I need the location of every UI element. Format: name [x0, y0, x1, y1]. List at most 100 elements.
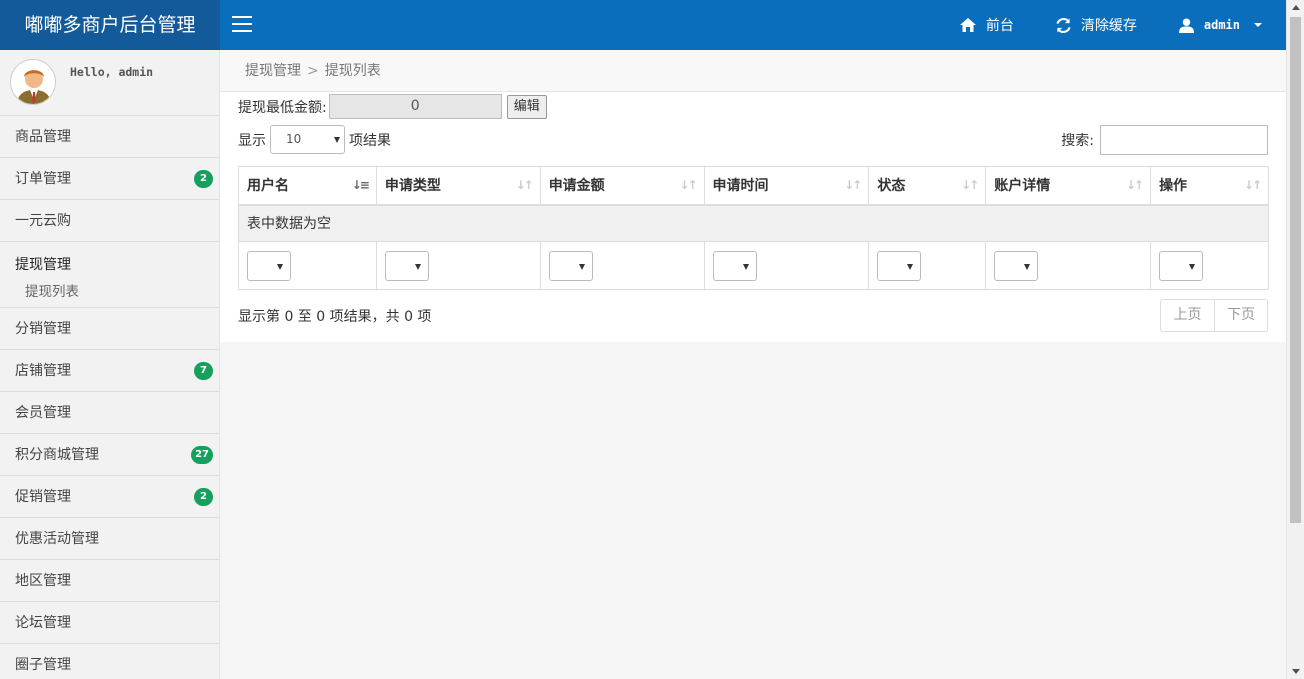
home-link-label: 前台 [985, 18, 1014, 34]
sidebar-item-label: 促销管理 [15, 489, 71, 505]
vertical-scrollbar[interactable] [1286, 0, 1304, 679]
sidebar-item-withdraw[interactable]: 提现管理 提现列表 [0, 242, 219, 308]
column-header-amount[interactable]: 申请金额 ↓↑ [539, 166, 705, 206]
sort-icon: ↓↑ [515, 178, 534, 192]
sidebar-item-distribution[interactable]: 分销管理 [0, 308, 219, 350]
sidebar-item-label: 一元云购 [15, 213, 71, 229]
refresh-icon [1056, 17, 1071, 33]
sidebar: Hello, admin 商品管理 订单管理 2 一元云购 提现管理 提现列表 分… [0, 50, 220, 679]
sort-asc-icon: ↓≡ [351, 178, 370, 192]
top-navbar: 前台 清除缓存 admin [220, 0, 1286, 50]
sidebar-item-circles[interactable]: 圈子管理 [0, 644, 219, 679]
main-content: 提现管理 > 提现列表 提现最低金额: 0 编辑 显示 10 项结果 搜索: 用… [220, 50, 1286, 679]
sidebar-subitem-withdraw-list[interactable]: 提现列表 [15, 280, 219, 300]
user-panel: Hello, admin [0, 50, 219, 116]
filter-select-amount[interactable] [548, 250, 593, 281]
breadcrumb-parent[interactable]: 提现管理 [245, 63, 301, 79]
dropdown-arrow-icon [742, 263, 749, 270]
page-length-value: 10 [286, 132, 302, 146]
table-info: 显示第 0 至 0 项结果，共 0 项 [238, 309, 432, 325]
results-label: 项结果 [349, 132, 391, 149]
prev-page-button[interactable]: 上页 [1161, 300, 1214, 331]
withdraw-table: 用户名 ↓≡ 申请类型 ↓↑ 申请金额 ↓↑ 申请时间 ↓↑ 状态 ↓↑ 账户详情 ↓↑ 操… [238, 166, 1269, 290]
column-header-account[interactable]: 账户详情 ↓↑ [985, 166, 1152, 206]
sidebar-item-label: 地区管理 [15, 573, 71, 589]
sort-icon: ↓↑ [1125, 178, 1144, 192]
column-label: 操作 [1159, 178, 1188, 195]
filter-select-status[interactable] [877, 250, 922, 281]
filter-select-time[interactable] [712, 250, 757, 281]
clear-cache-link[interactable]: 清除缓存 [1056, 15, 1137, 35]
dropdown-arrow-icon [277, 263, 283, 270]
filter-select-actions[interactable] [1159, 250, 1204, 281]
min-amount-field[interactable]: 0 [328, 94, 502, 119]
home-icon [959, 18, 976, 32]
home-link[interactable]: 前台 [959, 15, 1014, 35]
dropdown-arrow-icon [1189, 263, 1196, 270]
sidebar-item-discounts[interactable]: 优惠活动管理 [0, 518, 219, 560]
dropdown-arrow-icon [414, 263, 421, 270]
column-header-time[interactable]: 申请时间 ↓↑ [703, 166, 870, 206]
column-label: 申请类型 [384, 178, 441, 195]
column-label: 用户名 [247, 178, 289, 195]
dropdown-arrow-icon [1024, 263, 1031, 270]
count-badge: 27 [191, 446, 213, 464]
scroll-up-icon[interactable] [1292, 5, 1300, 10]
pagination: 上页 下页 [1160, 299, 1268, 332]
search-label: 搜索: [1061, 133, 1094, 149]
sidebar-item-stores[interactable]: 店铺管理 7 [0, 350, 219, 392]
user-icon [1178, 17, 1194, 33]
sort-icon: ↓↑ [679, 178, 697, 192]
sidebar-item-label: 优惠活动管理 [15, 531, 99, 547]
sidebar-item-orders[interactable]: 订单管理 2 [0, 158, 219, 200]
clear-cache-label: 清除缓存 [1080, 18, 1137, 34]
show-label: 显示 [238, 132, 266, 149]
column-label: 申请时间 [712, 178, 769, 195]
sidebar-item-products[interactable]: 商品管理 [0, 116, 219, 158]
min-amount-label: 提现最低金额: [238, 99, 327, 116]
sidebar-item-members[interactable]: 会员管理 [0, 392, 219, 434]
sort-icon: ↓↑ [961, 178, 979, 192]
sidebar-item-label: 提现管理 [15, 257, 71, 273]
sidebar-item-label: 分销管理 [15, 321, 71, 337]
filter-select-type[interactable] [384, 250, 429, 281]
search-input[interactable] [1100, 125, 1268, 155]
sidebar-item-forum[interactable]: 论坛管理 [0, 602, 219, 644]
breadcrumb: 提现管理 > 提现列表 [220, 50, 1286, 92]
column-header-type[interactable]: 申请类型 ↓↑ [375, 166, 541, 206]
sidebar-item-label: 店铺管理 [15, 363, 71, 379]
filter-select-account[interactable] [994, 250, 1039, 281]
sidebar-item-label: 论坛管理 [15, 615, 71, 631]
menu-toggle-icon[interactable] [232, 16, 252, 32]
count-badge: 7 [194, 362, 213, 380]
count-badge: 2 [194, 488, 213, 506]
next-page-button[interactable]: 下页 [1214, 300, 1267, 331]
page-length-select[interactable]: 10 [270, 125, 345, 154]
edit-button[interactable]: 编辑 [506, 94, 547, 119]
sidebar-item-points-mall[interactable]: 积分商城管理 27 [0, 434, 219, 476]
table-row: 表中数据为空 [238, 204, 1269, 242]
dropdown-arrow-icon [578, 263, 585, 270]
column-label: 状态 [877, 178, 906, 195]
breadcrumb-separator: > [307, 63, 319, 79]
scroll-thumb[interactable] [1290, 17, 1301, 523]
chevron-down-icon [1254, 23, 1262, 27]
sidebar-item-label: 订单管理 [15, 171, 71, 187]
sidebar-item-label: 商品管理 [15, 129, 71, 145]
sidebar-item-label: 圈子管理 [15, 657, 71, 673]
column-header-status[interactable]: 状态 ↓↑ [868, 166, 987, 206]
column-header-actions[interactable]: 操作 ↓↑ [1150, 166, 1269, 206]
scroll-down-icon[interactable] [1292, 669, 1300, 674]
sidebar-item-regions[interactable]: 地区管理 [0, 560, 219, 602]
app-title: 嘟嘟多商户后台管理 [0, 0, 220, 50]
sidebar-item-promotions[interactable]: 促销管理 2 [0, 476, 219, 518]
user-name: admin [1203, 18, 1240, 32]
content-panel: 提现最低金额: 0 编辑 显示 10 项结果 搜索: 用户名 ↓≡ 申请类型 ↓↑ [220, 92, 1286, 342]
user-menu[interactable]: admin [1178, 17, 1262, 33]
filter-select-username[interactable] [247, 250, 291, 281]
filter-row [238, 241, 1269, 290]
avatar [10, 59, 56, 105]
column-header-username[interactable]: 用户名 ↓≡ [238, 166, 377, 206]
dropdown-arrow-icon [907, 263, 914, 270]
sidebar-item-one-yuan[interactable]: 一元云购 [0, 200, 219, 242]
